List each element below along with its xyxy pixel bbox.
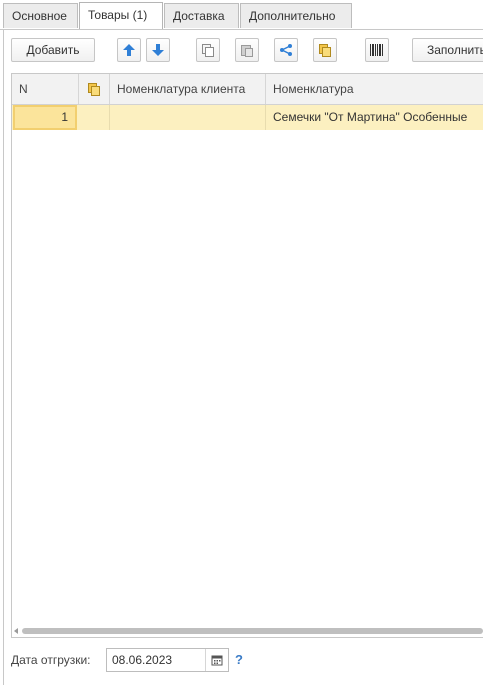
column-header-picked[interactable] <box>79 74 110 104</box>
barcode-button[interactable] <box>365 38 389 62</box>
fill-button[interactable]: Заполнить <box>412 38 483 62</box>
pick-button[interactable] <box>313 38 337 62</box>
copy-button[interactable] <box>196 38 220 62</box>
table-header: N Номенклатура клиента Номенклатура <box>12 74 483 105</box>
horizontal-scrollbar[interactable] <box>22 628 483 634</box>
share-button[interactable] <box>274 38 298 62</box>
scroll-left-arrow[interactable] <box>14 628 18 634</box>
copy-icon <box>202 44 214 57</box>
calendar-button[interactable] <box>205 649 228 671</box>
tab-delivery[interactable]: Доставка <box>164 3 239 28</box>
add-button[interactable]: Добавить <box>11 38 95 62</box>
column-header-client-item[interactable]: Номенклатура клиента <box>110 74 266 104</box>
goods-table: N Номенклатура клиента Номенклатура 1 Се… <box>11 73 483 638</box>
row-number-cell[interactable]: 1 <box>13 105 77 130</box>
row-client-item-cell[interactable] <box>110 105 266 130</box>
ship-date-value[interactable]: 08.06.2023 <box>112 649 172 671</box>
tab-main[interactable]: Основное <box>3 3 78 28</box>
calendar-icon <box>211 655 223 666</box>
move-up-icon <box>123 44 135 56</box>
pick-icon <box>88 83 100 96</box>
help-icon[interactable]: ? <box>235 652 243 667</box>
share-icon <box>280 44 292 56</box>
move-down-button[interactable] <box>146 38 170 62</box>
barcode-icon <box>370 44 383 56</box>
table-row[interactable]: 1 Семечки "От Мартина" Особенные <box>12 105 483 130</box>
move-up-button[interactable] <box>117 38 141 62</box>
row-item-cell[interactable]: Семечки "От Мартина" Особенные <box>266 105 483 130</box>
ship-date-field[interactable]: 08.06.2023 <box>106 648 229 672</box>
column-header-n[interactable]: N <box>12 74 79 104</box>
tab-bar: Основное Товары (1) Доставка Дополнитель… <box>0 0 483 30</box>
column-header-item[interactable]: Номенклатура <box>266 74 483 104</box>
paste-icon <box>241 45 253 57</box>
tab-goods[interactable]: Товары (1) <box>79 2 163 29</box>
tab-additional[interactable]: Дополнительно <box>240 3 352 28</box>
row-picked-cell[interactable] <box>79 105 110 130</box>
paste-button[interactable] <box>235 38 259 62</box>
move-down-icon <box>152 44 164 56</box>
ship-date-label: Дата отгрузки: <box>11 653 91 667</box>
pick-icon <box>319 44 331 57</box>
